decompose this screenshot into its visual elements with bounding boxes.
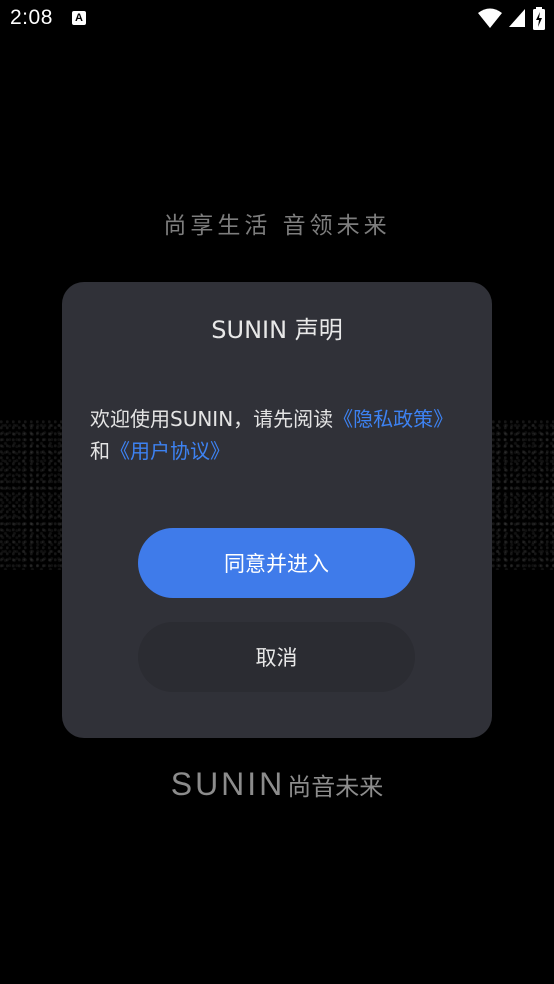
brand-chinese: 尚音未来 — [287, 773, 384, 801]
dialog-conjunction: 和 — [90, 439, 110, 463]
agree-and-enter-button[interactable]: 同意并进入 — [138, 528, 415, 598]
status-icons — [477, 7, 546, 31]
notification-a-icon: A — [72, 11, 86, 25]
battery-charging-icon — [533, 7, 545, 30]
status-time: 2:08 — [10, 6, 53, 29]
dialog-title: SUNIN 声明 — [211, 316, 343, 344]
cancel-button[interactable]: 取消 — [138, 622, 415, 692]
cellular-signal-icon — [508, 9, 525, 27]
user-agreement-link[interactable]: 《用户协议》 — [110, 439, 230, 463]
brand-latin: SUNIN — [170, 766, 286, 802]
tagline: 尚享生活 音领未来 — [163, 213, 391, 239]
consent-dialog: SUNIN 声明 欢迎使用SUNIN，请先阅读《隐私政策》和《用户协议》 同意并… — [62, 282, 492, 738]
dialog-body-text: 欢迎使用SUNIN，请先阅读 — [90, 407, 334, 431]
brand-logo: SUNIN尚音未来 — [0, 766, 554, 803]
status-bar: 2:08 A — [0, 0, 554, 40]
privacy-policy-link[interactable]: 《隐私政策》 — [333, 407, 453, 431]
dialog-body: 欢迎使用SUNIN，请先阅读《隐私政策》和《用户协议》 — [90, 403, 470, 467]
wifi-icon — [477, 8, 502, 28]
